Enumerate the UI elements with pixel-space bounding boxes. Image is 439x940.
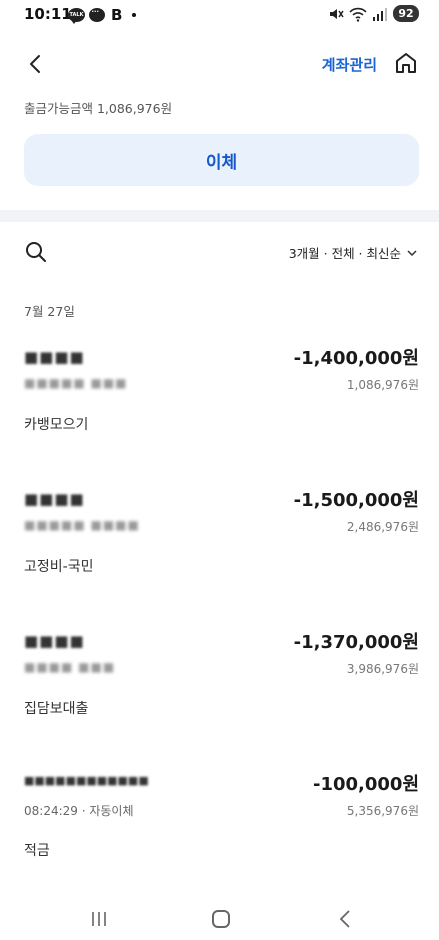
home-nav-icon[interactable] — [212, 910, 230, 928]
transaction-amount: -1,400,000원 — [293, 348, 419, 369]
transaction-memo: 고정비-국민 — [24, 559, 94, 575]
filter-dropdown[interactable]: 3개월 · 전체 · 최신순 — [289, 243, 417, 262]
transaction-detail: ■■■■■ ■■■■ — [24, 518, 140, 532]
back-icon[interactable] — [24, 52, 48, 76]
date-header: 7월 27일 — [24, 304, 75, 319]
transaction-balance: 3,986,976원 — [346, 662, 419, 676]
search-icon[interactable] — [24, 240, 48, 264]
section-divider — [0, 210, 439, 222]
transaction-memo: 집담보대출 — [24, 701, 89, 717]
transaction-balance: 5,356,976원 — [346, 804, 419, 818]
battery-indicator: 92 — [393, 5, 419, 22]
transaction-name: ■■■■■■■■■■■■ — [24, 774, 149, 787]
notification-icons: TALK B — [68, 5, 137, 24]
chevron-down-icon — [407, 249, 417, 256]
account-manage-link[interactable]: 계좌관리 — [322, 54, 377, 75]
more-notifications-dot — [132, 13, 137, 17]
transaction-item[interactable]: ■■■■ -1,400,000원 ■■■■■ ■■■ 1,086,976원 카뱅… — [0, 348, 439, 468]
transaction-detail: ■■■■ ■■■ — [24, 660, 116, 674]
transaction-memo: 적금 — [24, 843, 50, 859]
mute-icon — [330, 8, 344, 19]
transaction-detail: ■■■■■ ■■■ — [24, 376, 128, 390]
back-nav-icon[interactable] — [338, 910, 352, 928]
recent-apps-icon[interactable] — [90, 910, 108, 928]
transaction-amount: -1,500,000원 — [293, 490, 419, 511]
transaction-item[interactable]: ■■■■■■■■■■■■ -100,000원 08:24:29 · 자동이체 5… — [0, 774, 439, 894]
system-icons: 92 — [328, 5, 419, 22]
kakaotalk-icon: TALK — [68, 8, 85, 24]
transaction-item[interactable]: ■■■■ -1,500,000원 ■■■■■ ■■■■ 2,486,976원 고… — [0, 490, 439, 610]
transfer-button[interactable]: 이체 — [24, 134, 419, 186]
wifi-icon — [349, 7, 367, 22]
transaction-balance: 1,086,976원 — [346, 378, 419, 392]
chat-icon — [89, 5, 105, 22]
transaction-memo: 카뱅모으기 — [24, 417, 89, 433]
transaction-name: ■■■■ — [24, 632, 85, 650]
home-icon[interactable] — [393, 50, 419, 76]
status-bar: 10:11 TALK B 92 — [0, 0, 439, 30]
transaction-amount: -1,370,000원 — [293, 632, 419, 653]
b-app-icon: B — [111, 6, 123, 24]
transaction-name: ■■■■ — [24, 348, 85, 366]
filter-label: 3개월 · 전체 · 최신순 — [288, 246, 401, 261]
app-header: 계좌관리 — [0, 40, 439, 86]
transaction-amount: -100,000원 — [312, 774, 419, 795]
system-navigation-bar — [0, 890, 439, 940]
transaction-detail: 08:24:29 · 자동이체 — [24, 804, 134, 818]
signal-icon — [373, 7, 387, 21]
status-time: 10:11 — [24, 5, 72, 23]
transaction-name: ■■■■ — [24, 490, 85, 508]
withdrawable-amount: 출금가능금액 1,086,976원 — [24, 101, 173, 116]
transaction-item[interactable]: ■■■■ -1,370,000원 ■■■■ ■■■ 3,986,976원 집담보… — [0, 632, 439, 752]
transaction-balance: 2,486,976원 — [346, 520, 419, 534]
